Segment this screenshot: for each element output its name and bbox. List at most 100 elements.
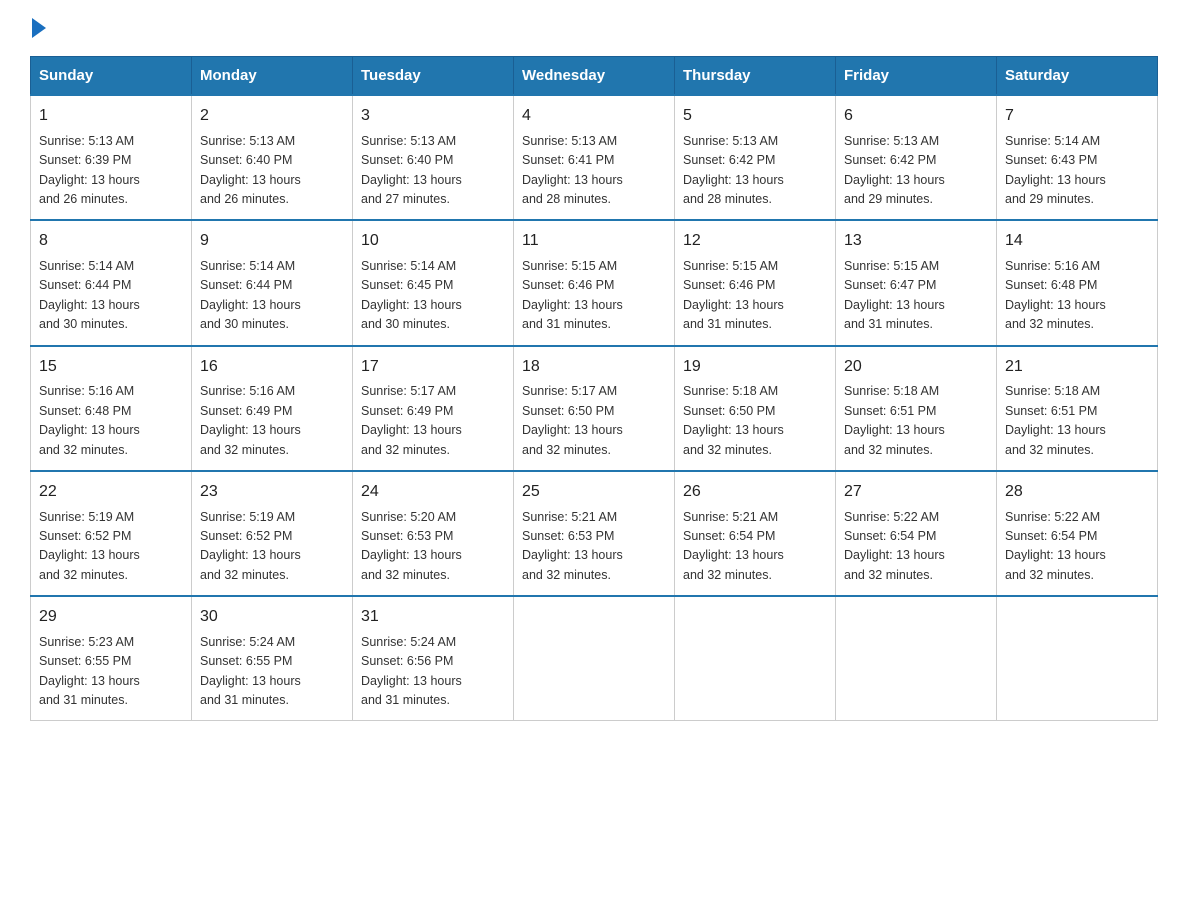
week-row-2: 8 Sunrise: 5:14 AMSunset: 6:44 PMDaylight…: [31, 220, 1158, 345]
logo-arrow-icon: [32, 18, 46, 38]
calendar-cell: 29 Sunrise: 5:23 AMSunset: 6:55 PMDayligh…: [31, 596, 192, 721]
day-number: 2: [200, 104, 344, 129]
day-info: Sunrise: 5:18 AMSunset: 6:51 PMDaylight:…: [844, 384, 945, 456]
day-number: 24: [361, 480, 505, 505]
day-number: 13: [844, 229, 988, 254]
calendar-cell: 7 Sunrise: 5:14 AMSunset: 6:43 PMDaylight…: [997, 95, 1158, 220]
day-number: 21: [1005, 355, 1149, 380]
day-number: 7: [1005, 104, 1149, 129]
calendar-cell: [675, 596, 836, 721]
day-info: Sunrise: 5:13 AMSunset: 6:40 PMDaylight:…: [200, 134, 301, 206]
day-info: Sunrise: 5:14 AMSunset: 6:44 PMDaylight:…: [200, 259, 301, 331]
calendar-cell: 1 Sunrise: 5:13 AMSunset: 6:39 PMDaylight…: [31, 95, 192, 220]
day-number: 4: [522, 104, 666, 129]
day-info: Sunrise: 5:13 AMSunset: 6:40 PMDaylight:…: [361, 134, 462, 206]
week-row-3: 15 Sunrise: 5:16 AMSunset: 6:48 PMDayligh…: [31, 346, 1158, 471]
day-info: Sunrise: 5:17 AMSunset: 6:50 PMDaylight:…: [522, 384, 623, 456]
day-number: 19: [683, 355, 827, 380]
day-number: 25: [522, 480, 666, 505]
header-friday: Friday: [836, 57, 997, 96]
logo-area: [30, 20, 46, 38]
calendar-cell: 26 Sunrise: 5:21 AMSunset: 6:54 PMDayligh…: [675, 471, 836, 596]
calendar-cell: 3Sunrise: 5:13 AMSunset: 6:40 PMDaylight…: [353, 95, 514, 220]
day-info: Sunrise: 5:15 AMSunset: 6:47 PMDaylight:…: [844, 259, 945, 331]
day-info: Sunrise: 5:14 AMSunset: 6:44 PMDaylight:…: [39, 259, 140, 331]
calendar-cell: 13 Sunrise: 5:15 AMSunset: 6:47 PMDayligh…: [836, 220, 997, 345]
day-info: Sunrise: 5:16 AMSunset: 6:48 PMDaylight:…: [39, 384, 140, 456]
calendar-cell: 22 Sunrise: 5:19 AMSunset: 6:52 PMDayligh…: [31, 471, 192, 596]
week-row-4: 22 Sunrise: 5:19 AMSunset: 6:52 PMDayligh…: [31, 471, 1158, 596]
calendar-cell: 12Sunrise: 5:15 AMSunset: 6:46 PMDayligh…: [675, 220, 836, 345]
day-info: Sunrise: 5:13 AMSunset: 6:39 PMDaylight:…: [39, 134, 140, 206]
calendar-cell: 15 Sunrise: 5:16 AMSunset: 6:48 PMDayligh…: [31, 346, 192, 471]
header-thursday: Thursday: [675, 57, 836, 96]
calendar-cell: [514, 596, 675, 721]
day-number: 8: [39, 229, 183, 254]
day-info: Sunrise: 5:22 AMSunset: 6:54 PMDaylight:…: [1005, 510, 1106, 582]
day-number: 30: [200, 605, 344, 630]
calendar-cell: 19 Sunrise: 5:18 AMSunset: 6:50 PMDayligh…: [675, 346, 836, 471]
day-info: Sunrise: 5:17 AMSunset: 6:49 PMDaylight:…: [361, 384, 462, 456]
day-info: Sunrise: 5:13 AMSunset: 6:42 PMDaylight:…: [844, 134, 945, 206]
day-number: 29: [39, 605, 183, 630]
day-number: 17: [361, 355, 505, 380]
day-info: Sunrise: 5:19 AMSunset: 6:52 PMDaylight:…: [39, 510, 140, 582]
calendar-cell: 23Sunrise: 5:19 AMSunset: 6:52 PMDayligh…: [192, 471, 353, 596]
calendar-cell: 10Sunrise: 5:14 AMSunset: 6:45 PMDayligh…: [353, 220, 514, 345]
calendar-cell: 20 Sunrise: 5:18 AMSunset: 6:51 PMDayligh…: [836, 346, 997, 471]
calendar-cell: 9Sunrise: 5:14 AMSunset: 6:44 PMDaylight…: [192, 220, 353, 345]
calendar-cell: 21Sunrise: 5:18 AMSunset: 6:51 PMDayligh…: [997, 346, 1158, 471]
day-info: Sunrise: 5:21 AMSunset: 6:53 PMDaylight:…: [522, 510, 623, 582]
day-number: 11: [522, 229, 666, 254]
header-tuesday: Tuesday: [353, 57, 514, 96]
calendar-cell: 4 Sunrise: 5:13 AMSunset: 6:41 PMDaylight…: [514, 95, 675, 220]
day-info: Sunrise: 5:16 AMSunset: 6:48 PMDaylight:…: [1005, 259, 1106, 331]
day-info: Sunrise: 5:18 AMSunset: 6:50 PMDaylight:…: [683, 384, 784, 456]
day-number: 14: [1005, 229, 1149, 254]
day-number: 16: [200, 355, 344, 380]
day-info: Sunrise: 5:21 AMSunset: 6:54 PMDaylight:…: [683, 510, 784, 582]
calendar-cell: 27Sunrise: 5:22 AMSunset: 6:54 PMDayligh…: [836, 471, 997, 596]
calendar-body: 1 Sunrise: 5:13 AMSunset: 6:39 PMDaylight…: [31, 95, 1158, 721]
week-row-1: 1 Sunrise: 5:13 AMSunset: 6:39 PMDaylight…: [31, 95, 1158, 220]
calendar-cell: 17 Sunrise: 5:17 AMSunset: 6:49 PMDayligh…: [353, 346, 514, 471]
day-number: 28: [1005, 480, 1149, 505]
day-number: 23: [200, 480, 344, 505]
calendar-header: SundayMondayTuesdayWednesdayThursdayFrid…: [31, 57, 1158, 96]
calendar-cell: [836, 596, 997, 721]
day-number: 22: [39, 480, 183, 505]
day-info: Sunrise: 5:13 AMSunset: 6:42 PMDaylight:…: [683, 134, 784, 206]
day-number: 31: [361, 605, 505, 630]
day-info: Sunrise: 5:13 AMSunset: 6:41 PMDaylight:…: [522, 134, 623, 206]
day-info: Sunrise: 5:24 AMSunset: 6:55 PMDaylight:…: [200, 635, 301, 707]
header-saturday: Saturday: [997, 57, 1158, 96]
day-info: Sunrise: 5:23 AMSunset: 6:55 PMDaylight:…: [39, 635, 140, 707]
calendar-cell: 18 Sunrise: 5:17 AMSunset: 6:50 PMDayligh…: [514, 346, 675, 471]
calendar-cell: 8 Sunrise: 5:14 AMSunset: 6:44 PMDaylight…: [31, 220, 192, 345]
day-info: Sunrise: 5:15 AMSunset: 6:46 PMDaylight:…: [522, 259, 623, 331]
calendar-table: SundayMondayTuesdayWednesdayThursdayFrid…: [30, 56, 1158, 721]
week-row-5: 29 Sunrise: 5:23 AMSunset: 6:55 PMDayligh…: [31, 596, 1158, 721]
day-number: 26: [683, 480, 827, 505]
day-info: Sunrise: 5:20 AMSunset: 6:53 PMDaylight:…: [361, 510, 462, 582]
day-number: 20: [844, 355, 988, 380]
day-number: 5: [683, 104, 827, 129]
day-number: 15: [39, 355, 183, 380]
calendar-cell: 6 Sunrise: 5:13 AMSunset: 6:42 PMDaylight…: [836, 95, 997, 220]
day-number: 6: [844, 104, 988, 129]
header: [30, 20, 1158, 38]
calendar-cell: 2 Sunrise: 5:13 AMSunset: 6:40 PMDaylight…: [192, 95, 353, 220]
day-number: 1: [39, 104, 183, 129]
day-info: Sunrise: 5:14 AMSunset: 6:43 PMDaylight:…: [1005, 134, 1106, 206]
day-number: 18: [522, 355, 666, 380]
calendar-cell: 16Sunrise: 5:16 AMSunset: 6:49 PMDayligh…: [192, 346, 353, 471]
header-sunday: Sunday: [31, 57, 192, 96]
calendar-cell: 11 Sunrise: 5:15 AMSunset: 6:46 PMDayligh…: [514, 220, 675, 345]
day-number: 27: [844, 480, 988, 505]
calendar-cell: 5 Sunrise: 5:13 AMSunset: 6:42 PMDaylight…: [675, 95, 836, 220]
day-number: 10: [361, 229, 505, 254]
calendar-cell: 25 Sunrise: 5:21 AMSunset: 6:53 PMDayligh…: [514, 471, 675, 596]
day-number: 12: [683, 229, 827, 254]
header-monday: Monday: [192, 57, 353, 96]
calendar-cell: 28 Sunrise: 5:22 AMSunset: 6:54 PMDayligh…: [997, 471, 1158, 596]
